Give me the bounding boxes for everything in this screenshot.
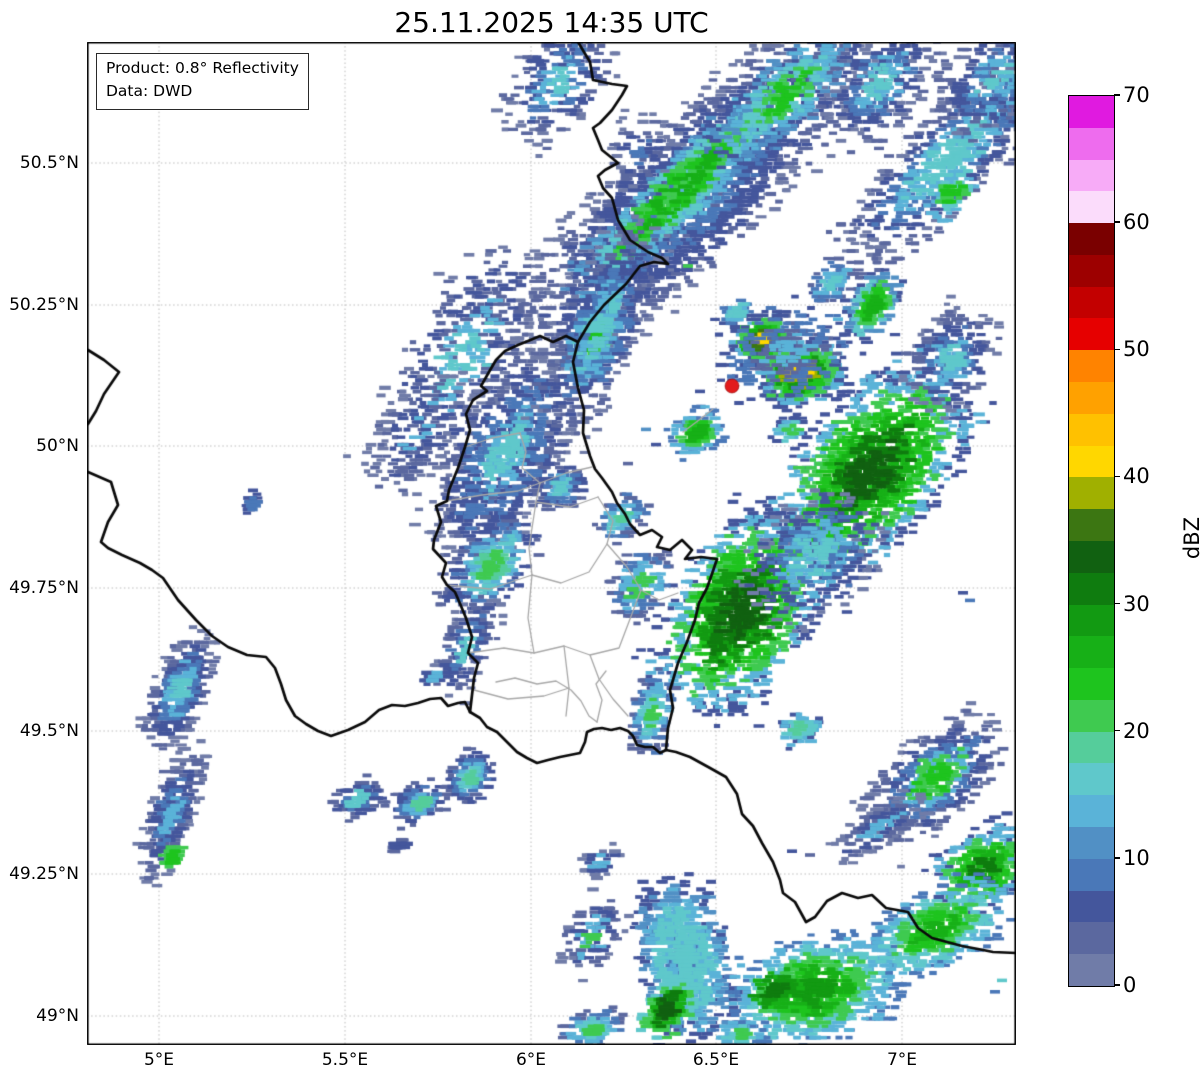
colorbar-segment <box>1069 382 1114 414</box>
lat-tick-label: 50.25°N <box>9 295 79 315</box>
colorbar-segment <box>1069 795 1114 827</box>
product-info-line: Product: 0.8° Reflectivity <box>106 59 299 77</box>
colorbar-segment <box>1069 763 1114 796</box>
colorbar-segment <box>1069 350 1114 383</box>
colorbar-tick-mark <box>1114 475 1120 478</box>
colorbar-segment <box>1069 127 1114 160</box>
lat-tick-label: 49.5°N <box>19 721 79 741</box>
colorbar-tick-label: 20 <box>1123 718 1150 743</box>
lon-tick-label: 5°E <box>143 1050 175 1070</box>
colorbar-segment <box>1069 604 1114 637</box>
colorbar-segment <box>1069 477 1114 510</box>
colorbar-tick-mark <box>1114 602 1120 605</box>
colorbar-tick-label: 10 <box>1123 845 1150 870</box>
colorbar-segment <box>1069 858 1114 891</box>
colorbar-tick-mark <box>1114 221 1120 223</box>
radar-map-canvas <box>87 42 1016 1045</box>
colorbar-tick-mark <box>1114 857 1120 859</box>
colorbar-segment <box>1069 159 1114 192</box>
colorbar-segment <box>1069 286 1114 319</box>
lon-tick-label: 7°E <box>886 1050 918 1070</box>
radar-figure: 25.11.2025 14:35 UTC Product: 0.8° Refle… <box>0 0 1202 1081</box>
lat-tick-label: 50°N <box>36 436 79 456</box>
colorbar-segment <box>1069 445 1114 478</box>
product-info-box: Product: 0.8° Reflectivity Data: DWD <box>96 53 309 110</box>
colorbar <box>1068 95 1115 987</box>
lat-tick-label: 49.25°N <box>9 864 79 884</box>
colorbar-unit-label: dBZ <box>1180 516 1202 560</box>
lon-tick-label: 6.5°E <box>692 1050 740 1070</box>
colorbar-segment <box>1069 191 1114 224</box>
colorbar-segment <box>1069 318 1114 351</box>
colorbar-segment <box>1069 890 1114 923</box>
colorbar-segment <box>1069 826 1114 859</box>
colorbar-segment <box>1069 413 1114 446</box>
data-source-line: Data: DWD <box>106 82 193 101</box>
colorbar-segment <box>1069 96 1114 128</box>
colorbar-segment <box>1069 668 1114 700</box>
colorbar-segment <box>1069 922 1114 955</box>
colorbar-segment <box>1069 731 1114 764</box>
colorbar-segment <box>1069 223 1114 255</box>
lat-tick-label: 49°N <box>36 1006 79 1026</box>
colorbar-segment <box>1069 509 1114 541</box>
colorbar-tick-mark <box>1114 94 1120 96</box>
page-title: 25.11.2025 14:35 UTC <box>394 6 709 39</box>
lat-tick-label: 50.5°N <box>19 153 79 173</box>
colorbar-tick-label: 30 <box>1123 591 1150 616</box>
colorbar-segment <box>1069 954 1114 986</box>
colorbar-tick-mark <box>1114 730 1120 732</box>
colorbar-segment <box>1069 540 1114 573</box>
colorbar-tick-label: 70 <box>1123 83 1150 107</box>
colorbar-tick-mark <box>1114 984 1120 986</box>
lon-tick-label: 5.5°E <box>321 1050 369 1070</box>
colorbar-tick-mark <box>1114 348 1120 350</box>
colorbar-tick-label: 0 <box>1123 973 1137 997</box>
colorbar-segment <box>1069 572 1114 605</box>
colorbar-tick-label: 50 <box>1123 337 1150 362</box>
colorbar-segment <box>1069 636 1114 669</box>
colorbar-tick-label: 60 <box>1123 210 1150 235</box>
colorbar-segment <box>1069 254 1114 287</box>
lon-tick-label: 6°E <box>515 1050 547 1070</box>
colorbar-tick-label: 40 <box>1123 464 1150 489</box>
lat-tick-label: 49.75°N <box>9 578 79 598</box>
colorbar-segment <box>1069 699 1114 732</box>
